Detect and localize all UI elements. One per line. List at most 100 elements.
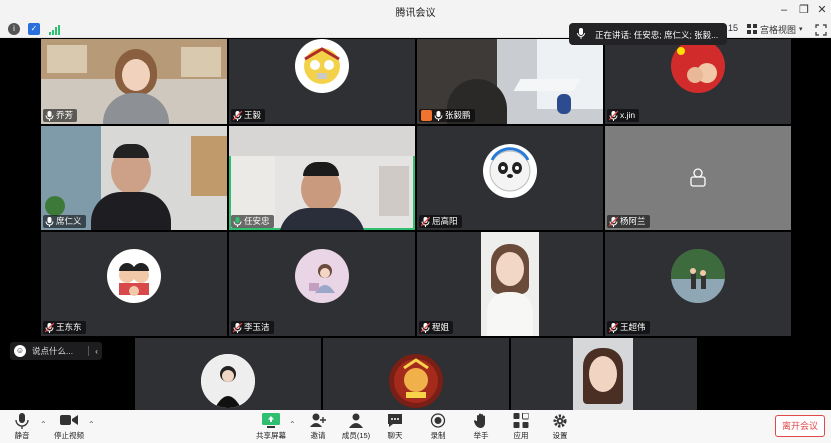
chat-input[interactable]: ☺ 说点什么... ‹ bbox=[10, 342, 102, 360]
chat-placeholder: 说点什么... bbox=[32, 346, 74, 356]
fullscreen-icon[interactable] bbox=[815, 23, 827, 36]
microphone-muted-icon bbox=[45, 322, 54, 333]
share-screen-button[interactable]: 共享屏幕 bbox=[251, 413, 291, 441]
stop-video-button[interactable]: 停止视频 bbox=[49, 413, 89, 441]
avatar bbox=[201, 354, 255, 408]
microphone-muted-icon bbox=[421, 322, 430, 333]
participant-name-tag: 王超伟 bbox=[607, 321, 650, 334]
invite-user-icon bbox=[310, 413, 326, 427]
speaker-banner-text: 正在讲话: 任安忠; 席仁义; 张毅... bbox=[595, 30, 719, 40]
video-tile[interactable]: 王毅 bbox=[229, 39, 415, 124]
microphone-icon bbox=[45, 216, 54, 227]
video-tile[interactable]: 屈高阳 bbox=[417, 126, 603, 230]
grid-view-label: 宫格视图 bbox=[760, 24, 797, 35]
video-tile[interactable]: 王东东 bbox=[41, 232, 227, 336]
video-tile[interactable]: 席仁义 bbox=[41, 126, 227, 230]
video-tile[interactable] bbox=[511, 338, 697, 410]
video-tile[interactable] bbox=[135, 338, 321, 410]
mute-button[interactable]: 静音 bbox=[2, 413, 42, 441]
window-title: 腾讯会议 bbox=[395, 8, 436, 19]
participant-name-tag: 王东东 bbox=[43, 321, 86, 334]
settings-label: 设置 bbox=[552, 431, 568, 440]
participant-name: 乔芳 bbox=[56, 110, 74, 120]
participant-name-tag: 王毅 bbox=[231, 109, 266, 122]
participant-name-tag: 杨阿兰 bbox=[607, 215, 650, 228]
video-tile[interactable]: 杨阿兰 bbox=[605, 126, 791, 230]
microphone-icon bbox=[45, 110, 54, 121]
close-icon[interactable]: ✕ bbox=[814, 2, 830, 18]
grid-view-button[interactable]: 宫格视图 ▾ bbox=[747, 22, 803, 36]
avatar bbox=[671, 39, 725, 93]
video-tile[interactable]: 程姐 bbox=[417, 232, 603, 336]
avatar bbox=[107, 249, 161, 303]
active-speaker-banner: 正在讲话: 任安忠; 席仁义; 张毅... bbox=[569, 23, 727, 45]
minimize-icon[interactable]: – bbox=[776, 2, 792, 18]
chat-button[interactable]: 聊天 bbox=[375, 413, 415, 441]
participant-name: 任安忠 bbox=[244, 216, 270, 226]
camera-off-icon bbox=[689, 167, 707, 187]
settings-button[interactable]: 设置 bbox=[540, 413, 580, 441]
gear-icon bbox=[553, 414, 567, 428]
video-tile[interactable]: 张毅鹏 bbox=[417, 39, 603, 124]
microphone-icon bbox=[15, 413, 29, 429]
avatar bbox=[671, 249, 725, 303]
microphone-muted-icon bbox=[609, 216, 618, 227]
participant-name-tag: 席仁义 bbox=[43, 215, 86, 228]
participant-name-tag: 程姐 bbox=[419, 321, 454, 334]
collapse-chevron-icon[interactable]: ‹ bbox=[88, 346, 98, 356]
restore-icon[interactable]: ❐ bbox=[796, 2, 812, 18]
microphone-muted-icon bbox=[233, 110, 242, 121]
avatar bbox=[295, 249, 349, 303]
participant-name-tag: 张毅鹏 bbox=[419, 109, 475, 122]
leave-meeting-button[interactable]: 离开会议 bbox=[775, 415, 825, 437]
participant-name: 屈高阳 bbox=[432, 216, 458, 226]
info-icon[interactable]: i bbox=[8, 23, 20, 35]
share-options-chevron-icon[interactable]: ⌃ bbox=[289, 420, 296, 429]
portrait-video bbox=[481, 232, 539, 336]
participant-name: 王超伟 bbox=[620, 322, 646, 332]
user-icon bbox=[421, 110, 432, 121]
bottom-toolbar: 静音 ⌃ 停止视频 ⌃ 共享屏幕 ⌃ 邀请 成员(15) 聊天 录制 举手 应用… bbox=[0, 410, 831, 443]
audio-options-chevron-icon[interactable]: ⌃ bbox=[40, 420, 47, 429]
participant-name-tag: 任安忠 bbox=[231, 215, 274, 228]
participant-name: 王毅 bbox=[244, 110, 262, 120]
avatar bbox=[295, 39, 349, 93]
microphone-muted-icon bbox=[609, 322, 618, 333]
participant-name: 王东东 bbox=[56, 322, 82, 332]
emoji-icon[interactable]: ☺ bbox=[14, 345, 26, 357]
video-tile[interactable] bbox=[323, 338, 509, 410]
video-tile[interactable]: x.jin bbox=[605, 39, 791, 124]
participant-name: 程姐 bbox=[432, 322, 450, 332]
video-camera-icon bbox=[60, 415, 78, 425]
participant-name: 席仁义 bbox=[56, 216, 82, 226]
microphone-icon bbox=[577, 28, 585, 41]
page-number: 15 bbox=[728, 23, 739, 33]
meeting-window: 腾讯会议 – ❐ ✕ i ✓ 宫格视图 ▾ 15 正在讲话: 任安忠; 席仁义;… bbox=[0, 0, 831, 443]
portrait-video bbox=[573, 338, 633, 410]
avatar bbox=[483, 144, 537, 198]
microphone-muted-icon bbox=[609, 110, 618, 121]
members-icon bbox=[349, 413, 363, 428]
participant-name-tag: 屈高阳 bbox=[419, 215, 462, 228]
participant-name: 张毅鹏 bbox=[445, 110, 471, 120]
share-screen-icon bbox=[262, 413, 280, 428]
video-tile-active-speaker[interactable]: 任安忠 bbox=[229, 126, 415, 230]
participant-name-tag: 乔芳 bbox=[43, 109, 78, 122]
video-tile[interactable]: 李玉洁 bbox=[229, 232, 415, 336]
microphone-speaking-icon bbox=[233, 216, 242, 227]
record-button[interactable]: 录制 bbox=[418, 413, 458, 441]
chat-bubble-icon bbox=[388, 414, 402, 427]
participant-name: 杨阿兰 bbox=[620, 216, 646, 226]
stop-video-label: 停止视频 bbox=[54, 431, 84, 440]
video-tile[interactable]: 王超伟 bbox=[605, 232, 791, 336]
hand-icon bbox=[474, 413, 485, 428]
grid-icon bbox=[747, 24, 757, 34]
apps-grid-icon bbox=[513, 413, 529, 428]
video-options-chevron-icon[interactable]: ⌃ bbox=[88, 420, 95, 429]
participant-name: 李玉洁 bbox=[244, 322, 270, 332]
video-tile[interactable]: 乔芳 bbox=[41, 39, 227, 124]
microphone-muted-icon bbox=[233, 322, 242, 333]
microphone-icon bbox=[434, 110, 443, 121]
shield-icon[interactable]: ✓ bbox=[28, 23, 40, 35]
participant-name-tag: 李玉洁 bbox=[231, 321, 274, 334]
